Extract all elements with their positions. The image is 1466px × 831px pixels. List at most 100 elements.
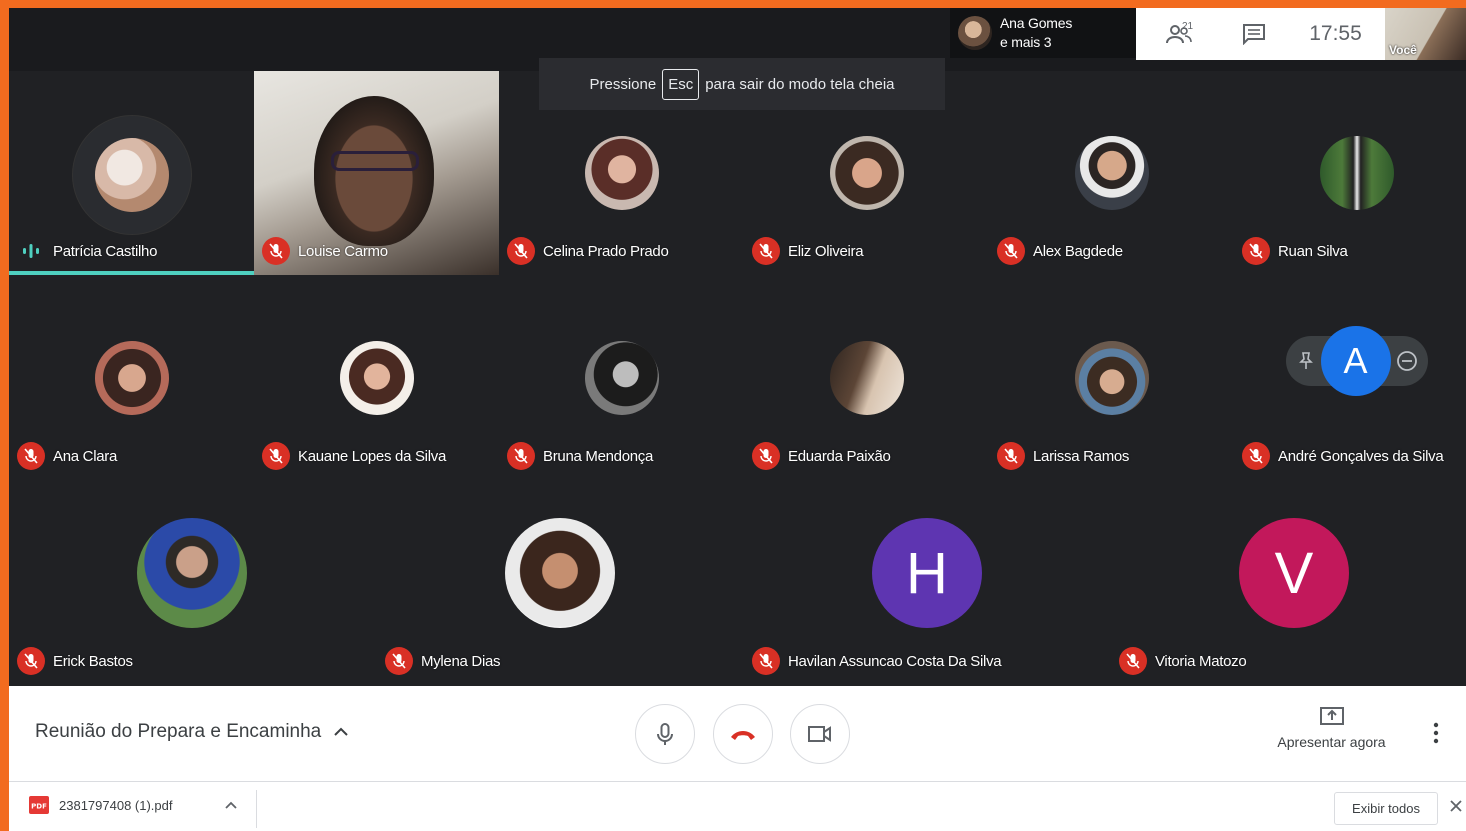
meeting-info-panel: 21 17:55: [1136, 8, 1385, 60]
svg-text:PDF: PDF: [31, 803, 47, 811]
participant-video-tile[interactable]: Louise Carmo: [254, 71, 499, 275]
chevron-up-icon[interactable]: [224, 800, 238, 810]
present-now-label: Apresentar agora: [1277, 734, 1386, 750]
divider: [256, 790, 257, 828]
participant-tile[interactable]: Eduarda Paixão: [744, 276, 989, 480]
participant-tile[interactable]: Larissa Ramos: [989, 276, 1234, 480]
banner-post-text: para sair do modo tela cheia: [705, 75, 895, 93]
participant-tile[interactable]: Bruna Mendonça: [499, 276, 744, 480]
participant-name: Celina Prado Prado: [543, 242, 669, 260]
hang-up-icon: [731, 731, 755, 740]
mic-off-icon: [752, 442, 780, 470]
mic-off-icon: [1242, 442, 1270, 470]
participant-name: Patrícia Castilho: [53, 242, 158, 260]
presenter-avatar: [958, 16, 992, 50]
people-button[interactable]: 21: [1136, 8, 1221, 60]
meeting-controls-bar: Reunião do Prepara e Encaminha Apresenta…: [9, 686, 1466, 781]
participant-tile[interactable]: Alex Bagdede: [989, 71, 1234, 275]
participant-avatar: [339, 341, 414, 415]
participant-avatar: [94, 341, 169, 415]
meet-screen: Pressione Esc para sair do modo tela che…: [9, 8, 1466, 831]
participant-avatar: V: [1239, 518, 1349, 628]
participant-name: Kauane Lopes da Silva: [298, 447, 446, 465]
more-options-button[interactable]: [1433, 722, 1439, 749]
close-icon[interactable]: [1449, 799, 1463, 813]
participant-tile[interactable]: Mylena Dias: [377, 481, 743, 685]
pin-icon[interactable]: [1296, 351, 1316, 371]
participant-avatar: [584, 341, 659, 415]
download-shelf: PDF 2381797408 (1).pdf Exibir todos: [9, 781, 1466, 831]
camera-icon: [808, 726, 831, 742]
participant-tile[interactable]: Ruan Silva: [1234, 71, 1466, 275]
mic-off-icon: [752, 237, 780, 265]
participant-name: Eliz Oliveira: [788, 242, 864, 260]
participant-tile[interactable]: Kauane Lopes da Silva: [254, 276, 499, 480]
participant-name: Alex Bagdede: [1033, 242, 1123, 260]
meeting-details-toggle[interactable]: Reunião do Prepara e Encaminha: [35, 721, 349, 743]
microphone-button[interactable]: [635, 704, 695, 764]
participant-tile[interactable]: H Havilan Assuncao Costa Da Silva: [744, 481, 1110, 685]
banner-pre-text: Pressione: [589, 75, 657, 93]
more-vert-icon: [1433, 722, 1439, 744]
mic-off-icon: [262, 442, 290, 470]
leave-call-button[interactable]: [713, 704, 773, 764]
participant-tile[interactable]: Patrícia Castilho: [9, 71, 254, 275]
mic-off-icon: [1242, 237, 1270, 265]
presenter-chip[interactable]: Ana Gomes e mais 3: [950, 8, 1136, 58]
speaking-underline: [9, 271, 254, 275]
participant-avatar: [584, 136, 659, 210]
participant-name: Bruna Mendonça: [543, 447, 654, 465]
mic-off-icon: [17, 647, 45, 675]
people-count: 21: [1182, 21, 1194, 32]
fullscreen-banner: Pressione Esc para sair do modo tela che…: [539, 58, 945, 110]
participant-avatar: [137, 518, 247, 628]
mic-off-icon: [507, 237, 535, 265]
presenter-others: e mais 3: [1000, 34, 1052, 50]
participant-name: Mylena Dias: [421, 652, 501, 670]
meeting-title: Reunião do Prepara e Encaminha: [35, 721, 322, 742]
mic-off-icon: [385, 647, 413, 675]
participant-avatar: [829, 341, 904, 415]
participant-tile[interactable]: V Vitoria Matozo: [1111, 481, 1466, 685]
download-item[interactable]: PDF 2381797408 (1).pdf: [29, 796, 172, 814]
participant-name: Eduarda Paixão: [788, 447, 891, 465]
participant-tile[interactable]: A André Gonçalves da Silva: [1234, 276, 1466, 480]
participant-tile[interactable]: Erick Bastos: [9, 481, 375, 685]
participant-avatar: [505, 518, 615, 628]
chat-icon: [1242, 24, 1265, 45]
participant-name: Ruan Silva: [1278, 242, 1348, 260]
mic-off-icon: [997, 237, 1025, 265]
speaking-indicator-icon: [17, 237, 45, 265]
show-all-downloads-button[interactable]: Exibir todos: [1334, 792, 1438, 825]
participant-name: Larissa Ramos: [1033, 447, 1130, 465]
self-label: Você: [1389, 43, 1417, 57]
mic-off-icon: [752, 647, 780, 675]
chevron-up-icon: [334, 727, 348, 736]
participant-name: Vitoria Matozo: [1155, 652, 1247, 670]
esc-key-hint: Esc: [662, 68, 700, 100]
participant-avatar: [94, 138, 169, 212]
participant-avatar: H: [872, 518, 982, 628]
microphone-icon: [657, 723, 673, 745]
present-screen-icon: [1319, 707, 1344, 725]
pdf-file-icon: PDF: [29, 796, 49, 814]
download-file-name: 2381797408 (1).pdf: [59, 797, 173, 813]
mic-off-icon: [507, 442, 535, 470]
camera-button[interactable]: [790, 704, 850, 764]
participant-avatar: [1074, 341, 1149, 415]
chat-button[interactable]: [1221, 8, 1286, 60]
participant-avatar: A: [1320, 326, 1391, 396]
participant-tile[interactable]: Ana Clara: [9, 276, 254, 480]
tile-hover-controls: A: [1285, 326, 1428, 396]
participant-avatar: [829, 136, 904, 210]
participant-avatar: [1319, 136, 1394, 210]
remove-icon[interactable]: [1396, 350, 1418, 372]
participant-name: Havilan Assuncao Costa Da Silva: [788, 652, 1002, 670]
mic-off-icon: [997, 442, 1025, 470]
self-view-tile[interactable]: Você: [1385, 8, 1466, 60]
present-now-button[interactable]: Apresentar agora: [1259, 706, 1404, 750]
presenter-name: Ana Gomes: [1000, 15, 1073, 31]
participant-video: [314, 96, 434, 246]
participant-name: Louise Carmo: [298, 242, 388, 260]
participant-name: Ana Clara: [53, 447, 118, 465]
